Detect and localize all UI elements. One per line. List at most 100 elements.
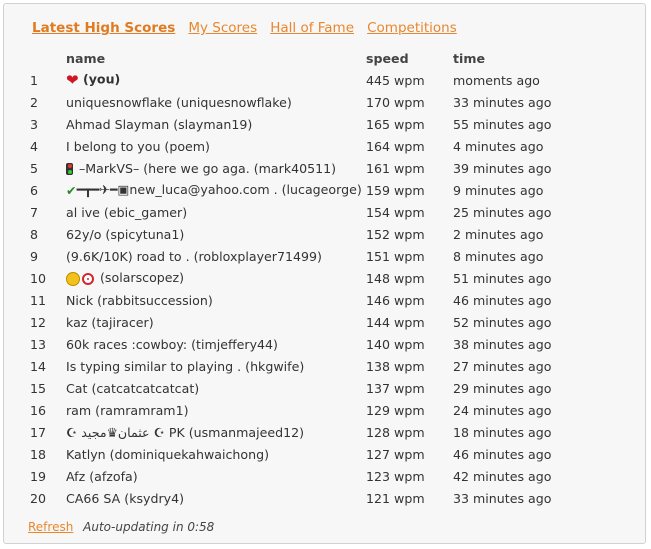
time-cell: 8 minutes ago (453, 248, 544, 264)
speed-column-header: speed (366, 50, 409, 66)
name-cell: ☪ عثمان♛مجيد ☪ PK (usmanmajeed12) (66, 424, 305, 440)
speed-cell: 164 wpm (366, 138, 425, 154)
tab-latest-high-scores[interactable]: Latest High Scores (32, 20, 175, 36)
table-row: 3 Ahmad Slayman (slayman19) 165 wpm 55 m… (24, 113, 613, 135)
name-cell: (9.6K/10K) road to . (robloxplayer71499) (66, 248, 322, 264)
name-column-header: name (66, 50, 106, 66)
speed-cell: 146 wpm (366, 292, 425, 308)
speed-cell: 144 wpm (366, 314, 425, 330)
name-cell: 60k races :cowboy: (timjeffery44) (66, 336, 278, 352)
rank-cell: 1 (30, 72, 39, 88)
high-scores-panel: Latest High Scores My Scores Hall of Fam… (3, 3, 646, 544)
name-cell: Is typing similar to playing . (hkgwife) (66, 358, 305, 374)
rank-cell: 20 (30, 490, 47, 506)
time-cell: 2 minutes ago (453, 226, 544, 242)
score-tabs: Latest High Scores My Scores Hall of Fam… (32, 17, 465, 37)
time-cell: 33 minutes ago (453, 490, 552, 506)
table-row: 11 Nick (rabbitsuccession) 146 wpm 46 mi… (24, 289, 613, 311)
table-row: 10 (solarscopez) 148 wpm 51 minutes ago (24, 267, 613, 289)
table-row: 13 60k races :cowboy: (timjeffery44) 140… (24, 333, 613, 355)
speed-cell: 123 wpm (366, 468, 425, 484)
rank-cell: 14 (30, 358, 47, 374)
table-row: 15 Cat (catcatcatcatcat) 137 wpm 29 minu… (24, 377, 613, 399)
speed-cell: 129 wpm (366, 402, 425, 418)
name-cell: ram (ramramram1) (66, 402, 189, 418)
table-row: 4 I belong to you (poem) 164 wpm 4 minut… (24, 135, 613, 157)
time-cell: 51 minutes ago (453, 270, 552, 286)
name-cell: (solarscopez) (66, 267, 366, 289)
time-cell: 46 minutes ago (453, 292, 552, 308)
rank-cell: 5 (30, 160, 39, 176)
speed-cell: 137 wpm (366, 380, 425, 396)
table-row: 16 ram (ramramram1) 129 wpm 24 minutes a… (24, 399, 613, 421)
table-header: name speed time (24, 47, 613, 69)
tab-hall-of-fame[interactable]: Hall of Fame (270, 20, 354, 36)
tab-my-scores[interactable]: My Scores (188, 20, 257, 36)
time-cell: 29 minutes ago (453, 380, 552, 396)
rank-cell: 7 (30, 204, 39, 220)
name-cell: Katlyn (dominiquekahwaichong) (66, 446, 270, 462)
tab-competitions[interactable]: Competitions (367, 20, 457, 36)
rank-cell: 9 (30, 248, 39, 264)
speed-cell: 148 wpm (366, 270, 425, 286)
name-cell: ❤ (you) (66, 69, 366, 91)
speed-cell: 138 wpm (366, 358, 425, 374)
scores-table: name speed time 1 ❤ (you) 445 wpm moment… (24, 47, 613, 509)
table-row: 18 Katlyn (dominiquekahwaichong) 127 wpm… (24, 443, 613, 465)
rank-cell: 17 (30, 424, 47, 440)
time-cell: 55 minutes ago (453, 116, 552, 132)
name-cell: CA66 SA (ksydry4) (66, 490, 185, 506)
speed-cell: 161 wpm (366, 160, 425, 176)
time-cell: 38 minutes ago (453, 336, 552, 352)
rank-cell: 3 (30, 116, 39, 132)
table-row: 12 kaz (tajiracer) 144 wpm 52 minutes ag… (24, 311, 613, 333)
table-row: 8 62y/o (spicytuna1) 152 wpm 2 minutes a… (24, 223, 613, 245)
player-name: –MarkVS– (here we go aga. (mark40511) (79, 160, 337, 176)
table-row: 1 ❤ (you) 445 wpm moments ago (24, 69, 613, 91)
time-cell: 27 minutes ago (453, 358, 552, 374)
name-cell: –MarkVS– (here we go aga. (mark40511) (66, 157, 366, 179)
table-row: 19 Afz (afzofa) 123 wpm 42 minutes ago (24, 465, 613, 487)
traffic-light-icon (66, 163, 73, 175)
auto-updating-status: Auto-updating in 0:58 (83, 520, 215, 534)
name-cell: ✔━┳━✈━▣new_luca@yahoo.com . (lucageorge) (66, 179, 366, 201)
time-cell: moments ago (453, 72, 540, 88)
rank-cell: 15 (30, 380, 47, 396)
speed-cell: 127 wpm (366, 446, 425, 462)
name-cell: I belong to you (poem) (66, 138, 210, 154)
table-row: 20 CA66 SA (ksydry4) 121 wpm 33 minutes … (24, 487, 613, 509)
table-row: 5 –MarkVS– (here we go aga. (mark40511) … (24, 157, 613, 179)
speed-cell: 154 wpm (366, 204, 425, 220)
table-row: 7 al ive (ebic_gamer) 154 wpm 25 minutes… (24, 201, 613, 223)
name-cell: 62y/o (spicytuna1) (66, 226, 185, 242)
speed-cell: 151 wpm (366, 248, 425, 264)
rank-column-header (24, 47, 66, 69)
footer: Refresh Auto-updating in 0:58 (28, 520, 214, 534)
rank-cell: 18 (30, 446, 47, 462)
check-icon: ✔ (66, 183, 77, 198)
time-cell: 33 minutes ago (453, 94, 552, 110)
time-cell: 18 minutes ago (453, 424, 552, 440)
name-cell: Ahmad Slayman (slayman19) (66, 116, 253, 132)
speed-cell: 128 wpm (366, 424, 425, 440)
rank-cell: 10 (30, 270, 47, 286)
name-cell: Nick (rabbitsuccession) (66, 292, 213, 308)
time-cell: 42 minutes ago (453, 468, 552, 484)
refresh-link[interactable]: Refresh (28, 520, 73, 534)
time-cell: 24 minutes ago (453, 402, 552, 418)
heart-icon: ❤ (66, 71, 79, 89)
name-cell: al ive (ebic_gamer) (66, 204, 188, 220)
time-cell: 9 minutes ago (453, 182, 544, 198)
speed-cell: 170 wpm (366, 94, 425, 110)
table-row: 9 (9.6K/10K) road to . (robloxplayer7149… (24, 245, 613, 267)
name-cell: uniquesnowflake (uniquesnowflake) (66, 94, 292, 110)
speed-cell: 159 wpm (366, 182, 425, 198)
table-row: 6 ✔━┳━✈━▣new_luca@yahoo.com . (lucageorg… (24, 179, 613, 201)
rank-cell: 11 (30, 292, 47, 308)
rank-cell: 2 (30, 94, 39, 110)
rank-cell: 8 (30, 226, 39, 242)
rank-cell: 6 (30, 182, 39, 198)
time-cell: 4 minutes ago (453, 138, 544, 154)
time-column-header: time (453, 50, 486, 66)
player-name: (solarscopez) (100, 270, 185, 286)
